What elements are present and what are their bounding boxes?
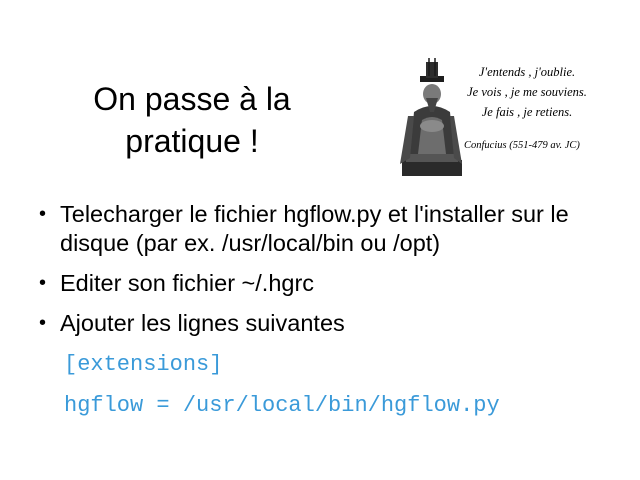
bullet-text: Ajouter les lignes suivantes bbox=[60, 310, 345, 336]
bullet-text: Telecharger le fichier hgflow.py et l'in… bbox=[60, 201, 569, 256]
code-line-hgflow: hgflow = /usr/local/bin/hgflow.py bbox=[64, 393, 500, 418]
bullet-icon: • bbox=[39, 203, 47, 225]
quote-line: J'entends , j'oublie. bbox=[478, 65, 576, 79]
bullet-list: • Telecharger le fichier hgflow.py et l'… bbox=[36, 200, 616, 349]
quote-line: Je fais , je retiens. bbox=[481, 105, 573, 119]
code-line-extensions: [extensions] bbox=[64, 352, 223, 377]
slide-title: On passe à la pratique ! bbox=[62, 78, 322, 162]
bullet-icon: • bbox=[39, 312, 47, 334]
bullet-text: Editer son fichier ~/.hgrc bbox=[60, 270, 315, 296]
confucius-quote-figure: J'entends , j'oublie. Je vois , je me so… bbox=[396, 54, 598, 178]
bullet-item: • Editer son fichier ~/.hgrc bbox=[36, 269, 616, 298]
bullet-item: • Ajouter les lignes suivantes bbox=[36, 309, 616, 338]
quote-line: Je vois , je me souviens. bbox=[467, 85, 587, 99]
bullet-item: • Telecharger le fichier hgflow.py et l'… bbox=[36, 200, 616, 258]
title-line-2: pratique ! bbox=[125, 123, 259, 159]
title-line-1: On passe à la bbox=[93, 81, 291, 117]
quote-citation: Confucius (551-479 av. JC) bbox=[464, 140, 580, 151]
confucius-quote: J'entends , j'oublie. Je vois , je me so… bbox=[454, 62, 600, 156]
bullet-icon: • bbox=[39, 272, 47, 294]
